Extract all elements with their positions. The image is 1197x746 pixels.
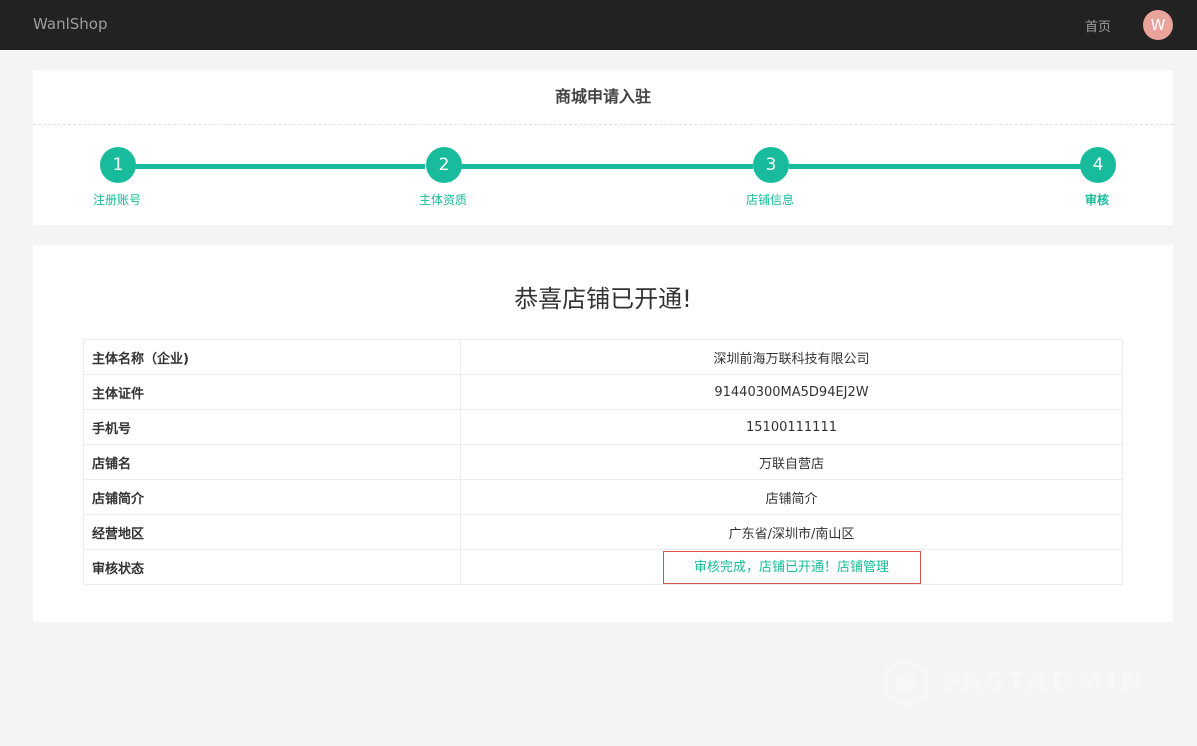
row-key: 店铺名	[83, 444, 461, 480]
panel-title: 商城申请入驻	[33, 70, 1173, 125]
step-2-circle: 2	[426, 147, 462, 183]
brand-link[interactable]: WanlShop	[33, 15, 107, 33]
step-2-label: 主体资质	[418, 193, 467, 207]
row-value: 15100111111	[460, 409, 1123, 445]
step-connector	[135, 164, 425, 169]
watermark: FASTADMIN	[884, 657, 1142, 709]
row-value: 店铺简介	[460, 479, 1123, 515]
table-row: 主体证件 91440300MA5D94EJ2W	[83, 374, 1123, 410]
step-1-circle: 1	[100, 147, 136, 183]
shop-manage-link[interactable]: 店铺管理	[837, 560, 889, 575]
status-text: 审核完成，店铺已开通！	[693, 559, 837, 575]
result-panel: 恭喜店铺已开通! 主体名称（企业) 深圳前海万联科技有限公司 主体证件 9144…	[33, 245, 1173, 622]
step-4-label: 审核	[1084, 193, 1109, 207]
steps-panel: 商城申请入驻 1 2 3 4 注册账号 主体资质 店铺信息 审核	[33, 70, 1173, 225]
nav-home-link[interactable]: 首页	[1085, 16, 1111, 35]
table-row: 手机号 15100111111	[83, 409, 1123, 445]
user-avatar[interactable]: W	[1143, 10, 1173, 40]
step-3-circle: 3	[753, 147, 789, 183]
row-key: 主体证件	[83, 374, 461, 410]
table-row: 店铺简介 店铺简介	[83, 479, 1123, 515]
step-connector	[789, 164, 1081, 169]
row-key: 经营地区	[83, 514, 461, 550]
status-cell: 审核完成，店铺已开通！店铺管理	[460, 549, 1123, 585]
top-navbar: WanlShop 首页 W	[0, 0, 1197, 50]
row-key: 店铺简介	[83, 479, 461, 515]
table-row: 审核状态 审核完成，店铺已开通！店铺管理	[83, 549, 1123, 585]
row-key: 审核状态	[83, 549, 461, 585]
watermark-text: FASTADMIN	[942, 668, 1147, 698]
shop-info-table: 主体名称（企业) 深圳前海万联科技有限公司 主体证件 91440300MA5D9…	[83, 339, 1123, 585]
status-box: 审核完成，店铺已开通！店铺管理	[662, 550, 921, 584]
fastadmin-logo-icon	[884, 657, 928, 709]
table-row: 主体名称（企业) 深圳前海万联科技有限公司	[83, 339, 1123, 375]
row-key: 主体名称（企业)	[83, 339, 461, 375]
row-key: 手机号	[83, 409, 461, 445]
step-4-circle: 4	[1080, 147, 1116, 183]
step-1-label: 注册账号	[92, 193, 141, 207]
row-value: 万联自营店	[460, 444, 1123, 480]
step-connector	[461, 164, 753, 169]
table-row: 经营地区 广东省/深圳市/南山区	[83, 514, 1123, 550]
step-3-label: 店铺信息	[745, 193, 794, 207]
row-value: 广东省/深圳市/南山区	[460, 514, 1123, 550]
row-value: 91440300MA5D94EJ2W	[460, 374, 1123, 410]
table-row: 店铺名 万联自营店	[83, 444, 1123, 480]
row-value: 深圳前海万联科技有限公司	[460, 339, 1123, 375]
result-heading: 恭喜店铺已开通!	[514, 285, 692, 313]
